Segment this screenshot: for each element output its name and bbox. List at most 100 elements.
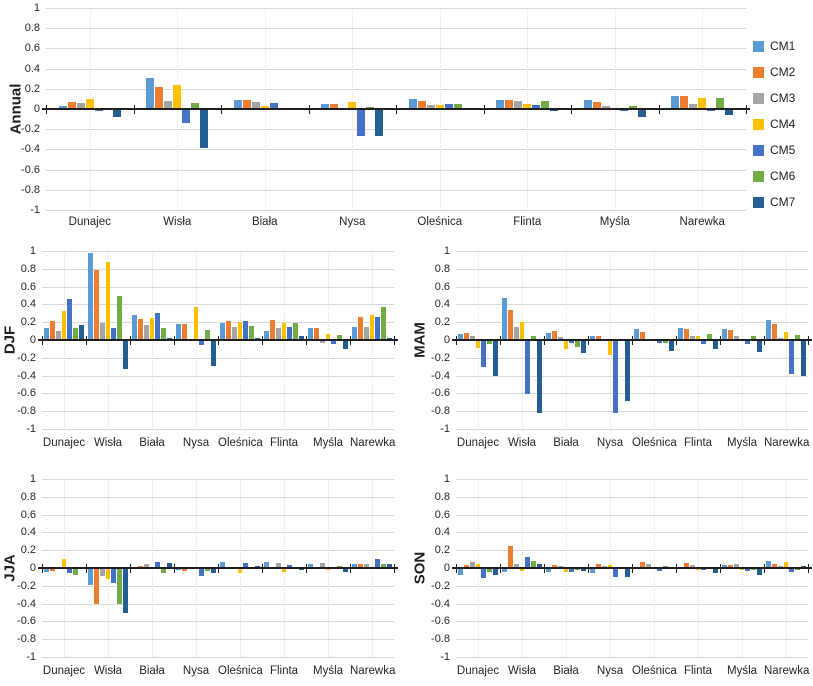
- category-label: Myśla: [312, 665, 344, 677]
- legend-label: CM2: [770, 65, 796, 79]
- gridline: [42, 251, 394, 252]
- bar-CM5: [67, 299, 73, 340]
- legend-item-cm5: CM5: [753, 144, 795, 156]
- plot-area: [38, 479, 398, 658]
- gridline: [46, 210, 746, 211]
- category-label: Myśla: [726, 437, 758, 449]
- axis-tick: [396, 104, 397, 114]
- y-tick-label: -1: [26, 423, 36, 435]
- category-label: Myśla: [312, 437, 344, 449]
- bar-CM7: [375, 109, 384, 137]
- gridline: [456, 479, 808, 480]
- bar-CM1: [502, 298, 507, 340]
- gridline: [456, 411, 808, 413]
- bar-CM1: [88, 568, 93, 585]
- bar-CM4: [173, 84, 182, 109]
- gridline: [46, 8, 746, 9]
- plot-area: [452, 479, 812, 658]
- bar-CM4: [475, 340, 481, 348]
- gridline: [42, 357, 394, 359]
- category-label: Dunajec: [42, 665, 86, 677]
- gridline: [456, 532, 808, 534]
- bar-CM1: [88, 252, 93, 340]
- y-tick-label: -1: [26, 651, 36, 663]
- gridline: [46, 68, 746, 70]
- y-tick-label: 0.6: [434, 508, 450, 521]
- y-tick-label: -0.4: [431, 369, 450, 382]
- axis-tick: [544, 335, 545, 345]
- y-tick-label: 0.2: [20, 544, 36, 557]
- axis-tick: [86, 335, 87, 345]
- axis-tick: [483, 104, 485, 114]
- gridline: [46, 149, 746, 151]
- bar-CM1: [132, 315, 137, 340]
- bar-CM7: [757, 568, 762, 576]
- legend-item-cm3: CM3: [753, 92, 795, 104]
- axis-tick: [130, 563, 131, 573]
- axis-tick: [500, 335, 501, 345]
- category-label: Oleśnica: [632, 665, 677, 677]
- legend-label: CM4: [770, 117, 796, 131]
- category-label: Myśla: [726, 665, 758, 677]
- category-label: Nysa: [339, 216, 366, 228]
- y-tick-label: 0.8: [434, 490, 450, 503]
- plot-area: [38, 251, 398, 430]
- bar-CM4: [193, 307, 199, 340]
- y-tick-label: -1: [440, 423, 450, 435]
- y-tick-label: 0.4: [434, 526, 450, 539]
- bar-CM5: [613, 340, 619, 413]
- bar-CM5: [243, 321, 249, 340]
- category-label: Biała: [553, 665, 579, 677]
- bar-CM4: [237, 322, 243, 340]
- bar-CM6: [575, 340, 580, 348]
- bar-CM5: [613, 568, 619, 577]
- y-tick-label: 0.2: [434, 316, 450, 329]
- legend-swatch-icon: [753, 144, 764, 156]
- bar-CM4: [519, 322, 525, 340]
- bar-CM3: [99, 323, 105, 340]
- y-tick-label: 1: [443, 473, 450, 485]
- bar-CM7: [713, 340, 718, 349]
- category-label: Nysa: [182, 437, 210, 449]
- legend-swatch-icon: [753, 66, 764, 78]
- bar-CM7: [211, 340, 216, 366]
- bar-CM7: [112, 109, 121, 118]
- axis-tick: [720, 563, 721, 573]
- legend-item-cm4: CM4: [753, 118, 795, 130]
- bar-CM2: [508, 545, 513, 568]
- y-tick-label: 0: [443, 562, 450, 574]
- axis-tick: [46, 104, 47, 114]
- gridline: [456, 514, 808, 516]
- bar-CM2: [94, 568, 99, 605]
- gridline: [456, 268, 808, 270]
- y-tick-label: 0: [29, 562, 36, 574]
- bar-CM6: [293, 323, 298, 340]
- gridline: [456, 357, 808, 359]
- gridline: [456, 657, 808, 658]
- bar-CM5: [481, 340, 487, 367]
- y-tick-label: -0.2: [17, 351, 36, 364]
- axis-tick: [544, 563, 545, 573]
- gridline: [42, 514, 394, 516]
- bar-CM2: [155, 86, 164, 109]
- bar-CM2: [270, 320, 275, 340]
- category-label: Myśla: [599, 216, 630, 228]
- y-tick-label: 0.6: [20, 280, 36, 293]
- bar-CM7: [637, 109, 646, 118]
- bar-CM5: [375, 316, 381, 340]
- y-tick-label: -0.6: [17, 615, 36, 628]
- bar-CM6: [117, 295, 122, 340]
- axis-tick: [500, 563, 501, 573]
- y-tick-label: 0.2: [434, 544, 450, 557]
- y-tick-label: -0.4: [21, 143, 40, 156]
- y-tick-label: 1: [33, 2, 40, 14]
- category-label: Nysa: [182, 665, 210, 677]
- chart-jja: JJA 1 0.8 0.6 0.4 0.2 0 -0.2 -0.4 -0.6 -0.8 -1 Duna…: [0, 468, 406, 686]
- gridline: [42, 479, 394, 480]
- chart-son: SON 1 0.8 0.6 0.4 0.2 0 -0.2 -0.4 -0.6 -0.8 -1 Duna…: [406, 468, 813, 686]
- axis-tick: [350, 563, 351, 573]
- category-label: Biała: [139, 437, 165, 449]
- axis-tick: [394, 335, 395, 345]
- y-tick-label: -0.8: [431, 405, 450, 418]
- y-tick-label: -0.8: [431, 633, 450, 646]
